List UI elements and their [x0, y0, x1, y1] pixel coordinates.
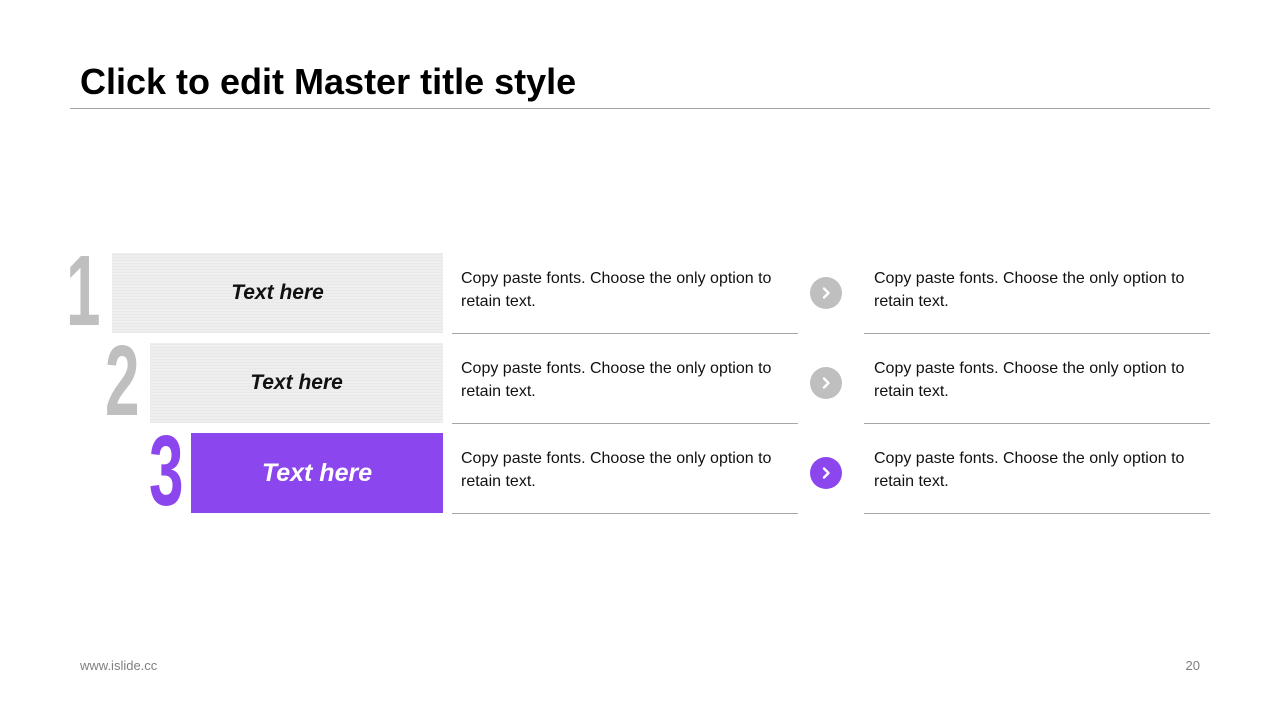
- row-divider-left: [452, 423, 798, 424]
- chevron-right-icon: [810, 457, 842, 489]
- step-description-right[interactable]: Copy paste fonts. Choose the only option…: [874, 447, 1204, 493]
- step-row-1: 1 Text here Copy paste fonts. Choose the…: [0, 235, 1280, 347]
- step-label-box[interactable]: Text here: [112, 253, 443, 333]
- title-divider: [70, 108, 1210, 109]
- step-number: 2: [105, 325, 140, 437]
- step-row-3: 3 Text here Copy paste fonts. Choose the…: [0, 415, 1280, 527]
- step-description-right[interactable]: Copy paste fonts. Choose the only option…: [874, 267, 1204, 313]
- step-label: Text here: [231, 281, 324, 304]
- footer-url: www.islide.cc: [80, 658, 158, 673]
- step-label-box[interactable]: Text here: [191, 433, 443, 513]
- step-description-left[interactable]: Copy paste fonts. Choose the only option…: [461, 447, 791, 493]
- step-row-2: 2 Text here Copy paste fonts. Choose the…: [0, 325, 1280, 437]
- chevron-right-icon: [810, 277, 842, 309]
- row-divider-right: [864, 513, 1210, 514]
- step-description-right[interactable]: Copy paste fonts. Choose the only option…: [874, 357, 1204, 403]
- row-divider-right: [864, 423, 1210, 424]
- chevron-right-icon: [810, 367, 842, 399]
- step-label: Text here: [261, 458, 373, 487]
- row-divider-right: [864, 333, 1210, 334]
- step-description-left[interactable]: Copy paste fonts. Choose the only option…: [461, 267, 791, 313]
- step-label-box[interactable]: Text here: [150, 343, 443, 423]
- step-number: 1: [66, 235, 101, 347]
- row-divider-left: [452, 513, 798, 514]
- row-divider-left: [452, 333, 798, 334]
- step-description-left[interactable]: Copy paste fonts. Choose the only option…: [461, 357, 791, 403]
- slide-title[interactable]: Click to edit Master title style: [80, 60, 576, 104]
- step-label: Text here: [250, 371, 343, 394]
- page-number: 20: [1185, 658, 1200, 673]
- step-number: 3: [149, 415, 184, 527]
